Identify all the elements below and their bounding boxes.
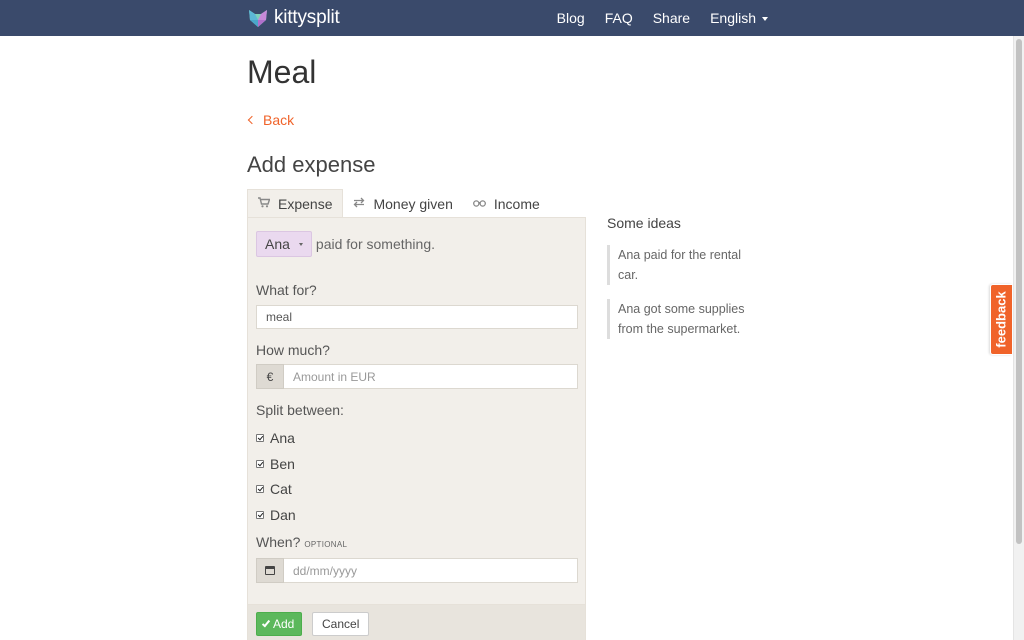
feedback-label: feedback bbox=[994, 291, 1009, 348]
tab-money-given[interactable]: Money given bbox=[343, 189, 462, 218]
glasses-icon bbox=[472, 198, 486, 210]
payer-row: Ana paid for something. bbox=[256, 231, 435, 257]
payer-name: Ana bbox=[265, 236, 290, 252]
payer-dropdown[interactable]: Ana bbox=[256, 231, 312, 257]
when-label: When? bbox=[256, 534, 301, 550]
participant-name: Dan bbox=[270, 507, 296, 523]
what-for-input[interactable] bbox=[256, 305, 578, 329]
top-navbar: kittysplit Blog FAQ Share English bbox=[0, 0, 1024, 36]
nav-links: Blog FAQ Share English bbox=[537, 0, 768, 36]
payer-suffix-text: paid for something. bbox=[315, 236, 435, 252]
tab-money-given-label: Money given bbox=[373, 195, 453, 212]
brand-name: kittysplit bbox=[274, 7, 340, 28]
checkbox-checked-icon[interactable] bbox=[256, 434, 264, 442]
date-input[interactable] bbox=[284, 558, 578, 583]
checkbox-checked-icon[interactable] bbox=[256, 485, 264, 493]
nav-link-share[interactable]: Share bbox=[653, 10, 690, 26]
split-between-label: Split between: bbox=[256, 402, 344, 418]
form-actions: Add Cancel bbox=[247, 605, 586, 640]
feedback-tab[interactable]: feedback bbox=[990, 284, 1012, 355]
idea-item: Ana got some supplies from the supermark… bbox=[607, 299, 757, 339]
when-label-row: When? optional bbox=[256, 534, 347, 550]
language-label: English bbox=[710, 10, 756, 26]
optional-tag: optional bbox=[304, 540, 348, 549]
checkbox-checked-icon[interactable] bbox=[256, 511, 264, 519]
date-input-group bbox=[256, 558, 578, 583]
scrollbar-thumb[interactable] bbox=[1016, 39, 1022, 544]
amount-input[interactable] bbox=[284, 364, 578, 389]
cart-icon bbox=[258, 197, 271, 211]
add-label: Add bbox=[273, 617, 295, 631]
participant-name: Ben bbox=[270, 456, 295, 472]
tab-expense[interactable]: Expense bbox=[247, 189, 344, 218]
tab-income-label: Income bbox=[493, 195, 540, 212]
nav-link-blog[interactable]: Blog bbox=[557, 10, 585, 26]
back-link[interactable]: Back bbox=[247, 112, 294, 128]
caret-down-icon bbox=[762, 16, 768, 21]
euro-icon: € bbox=[256, 364, 284, 389]
nav-link-faq[interactable]: FAQ bbox=[605, 10, 633, 26]
tab-income[interactable]: Income bbox=[463, 189, 550, 218]
ideas-title: Some ideas bbox=[607, 215, 681, 231]
chevron-left-icon bbox=[247, 115, 257, 125]
language-dropdown[interactable]: English bbox=[710, 10, 768, 26]
section-title: Add expense bbox=[247, 152, 376, 177]
cancel-button[interactable]: Cancel bbox=[312, 612, 370, 636]
participant-name: Ana bbox=[270, 430, 295, 446]
checkmark-icon bbox=[261, 618, 271, 627]
exchange-icon bbox=[353, 197, 365, 211]
how-much-label: How much? bbox=[256, 342, 330, 358]
participant-name: Cat bbox=[270, 481, 292, 497]
add-button[interactable]: Add bbox=[256, 612, 303, 636]
page-scrollbar[interactable] bbox=[1013, 36, 1024, 640]
expense-form-panel: Ana paid for something. What for? How mu… bbox=[247, 217, 586, 605]
checkbox-checked-icon[interactable] bbox=[256, 460, 264, 468]
cat-logo-icon bbox=[249, 10, 267, 27]
caret-down-icon bbox=[298, 242, 303, 246]
brand-logo-link[interactable]: kittysplit bbox=[247, 5, 340, 31]
participant-checkbox-ben[interactable]: Ben bbox=[256, 456, 295, 472]
calendar-icon[interactable] bbox=[256, 558, 284, 583]
page-title: Meal bbox=[247, 54, 317, 90]
back-label: Back bbox=[263, 112, 295, 128]
expense-type-tabs: Expense Money given Income bbox=[247, 189, 550, 218]
participant-checkbox-cat[interactable]: Cat bbox=[256, 481, 292, 497]
participant-checkbox-ana[interactable]: Ana bbox=[256, 430, 295, 446]
tab-expense-label: Expense bbox=[278, 196, 333, 212]
participant-checkbox-dan[interactable]: Dan bbox=[256, 507, 296, 523]
what-for-label: What for? bbox=[256, 282, 317, 298]
idea-item: Ana paid for the rental car. bbox=[607, 245, 757, 285]
amount-input-group: € bbox=[256, 364, 578, 389]
